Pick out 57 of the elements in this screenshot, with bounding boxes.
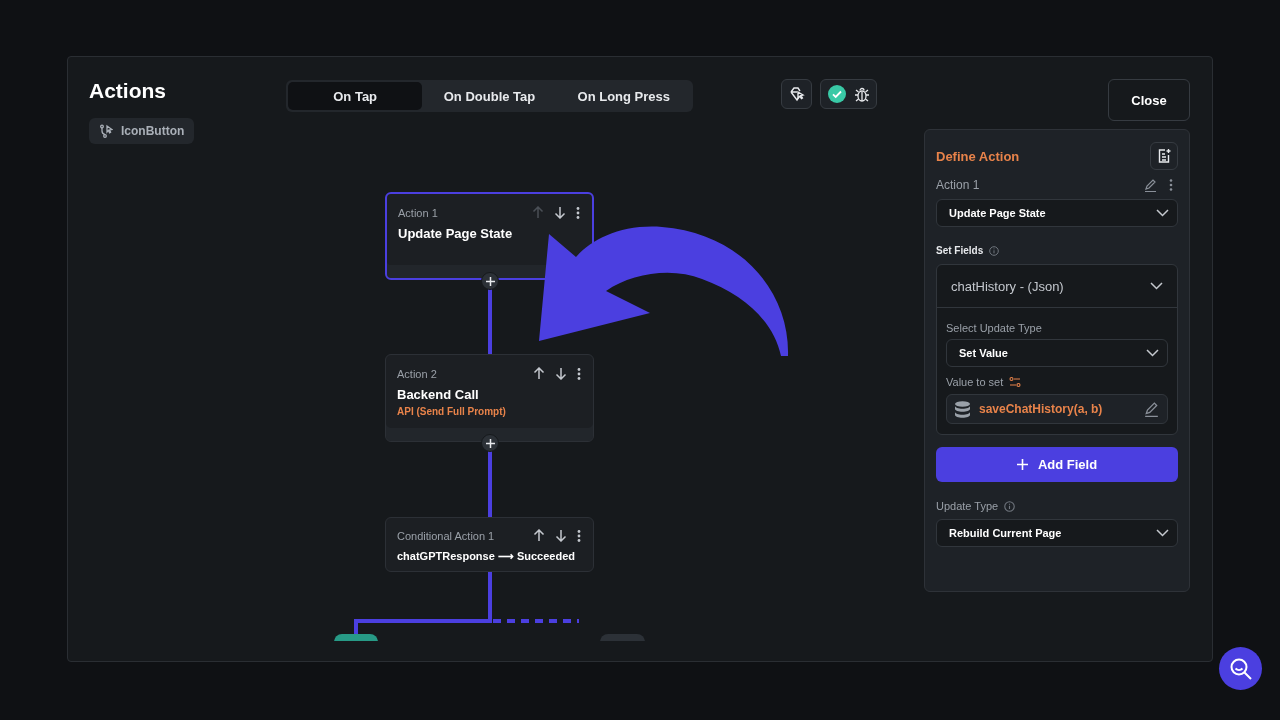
- add-field-button[interactable]: Add Field: [936, 447, 1178, 482]
- node-subtitle: API (Send Full Prompt): [397, 406, 507, 417]
- node-title: chatGPTResponse ⟶ Succeeded: [397, 550, 576, 563]
- update-type-label: Update Type: [936, 500, 999, 512]
- action-label: Action 1: [936, 178, 980, 192]
- edit-icon[interactable]: [1144, 178, 1157, 192]
- widget-chip: IconButton: [89, 118, 195, 144]
- value-field[interactable]: saveChatHistory(a, b): [946, 394, 1168, 424]
- move-down-icon[interactable]: [555, 529, 567, 542]
- database-icon: [955, 400, 970, 418]
- field-selector[interactable]: chatHistory - (Json): [937, 265, 1177, 308]
- node-label: Action 2: [397, 367, 438, 380]
- update-type-dropdown[interactable]: Set Value: [946, 339, 1168, 367]
- node-label: Action 1: [398, 206, 439, 219]
- edit-icon[interactable]: [1144, 401, 1159, 417]
- value-expression: saveChatHistory(a, b): [979, 402, 1104, 416]
- plus-icon: [485, 438, 495, 448]
- value-label: Value to set: [946, 376, 1004, 388]
- more-icon[interactable]: [577, 367, 581, 380]
- add-note-button[interactable]: [1150, 142, 1178, 170]
- update-type-label: Select Update Type: [946, 322, 1043, 334]
- move-down-icon[interactable]: [554, 206, 566, 219]
- info-icon[interactable]: [1004, 500, 1016, 512]
- chevron-down-icon: [1146, 349, 1159, 357]
- action-type-dropdown[interactable]: Update Page State: [936, 199, 1178, 227]
- search-button[interactable]: [1219, 647, 1262, 690]
- diamond-cursor-icon: [788, 86, 805, 102]
- action-node[interactable]: Action 2 Backend Call API (Send Full Prompt): [385, 354, 594, 442]
- trigger-tab[interactable]: On Double Tap: [422, 82, 557, 110]
- document-plus-icon: [1156, 148, 1172, 164]
- search-icon: [1228, 656, 1253, 681]
- node-label: Conditional Action 1: [397, 529, 496, 542]
- plus-icon: [485, 276, 495, 286]
- action-node[interactable]: Conditional Action 1 chatGPTResponse ⟶ Succeeded: [385, 517, 594, 572]
- trigger-tab[interactable]: On Tap: [288, 82, 423, 110]
- more-icon[interactable]: [1169, 179, 1173, 191]
- node-title: Backend Call: [397, 387, 480, 402]
- rebuild-dropdown[interactable]: Rebuild Current Page: [936, 519, 1178, 547]
- info-icon[interactable]: [989, 245, 1000, 256]
- sliders-icon[interactable]: [1009, 376, 1022, 388]
- move-down-icon[interactable]: [555, 367, 567, 380]
- node-title: Update Page State: [398, 226, 514, 241]
- chevron-down-icon: [1156, 529, 1169, 537]
- widget-tree-icon: [99, 124, 113, 138]
- action-node[interactable]: Action 1 Update Page State: [385, 192, 594, 280]
- chevron-icon: [1150, 282, 1163, 290]
- more-icon[interactable]: [577, 529, 581, 542]
- panel-title: Define Action: [936, 148, 1020, 164]
- trigger-tab[interactable]: On Long Press: [556, 82, 691, 110]
- set-fields-label: Set Fields: [936, 245, 984, 256]
- plus-icon: [1016, 459, 1028, 470]
- chevron-down-icon: [1156, 209, 1169, 217]
- magic-cursor-button[interactable]: [781, 79, 812, 109]
- close-button[interactable]: Close: [1108, 79, 1190, 121]
- more-icon[interactable]: [576, 206, 580, 219]
- bug-icon[interactable]: [853, 85, 870, 103]
- dialog-title: Actions: [89, 79, 167, 103]
